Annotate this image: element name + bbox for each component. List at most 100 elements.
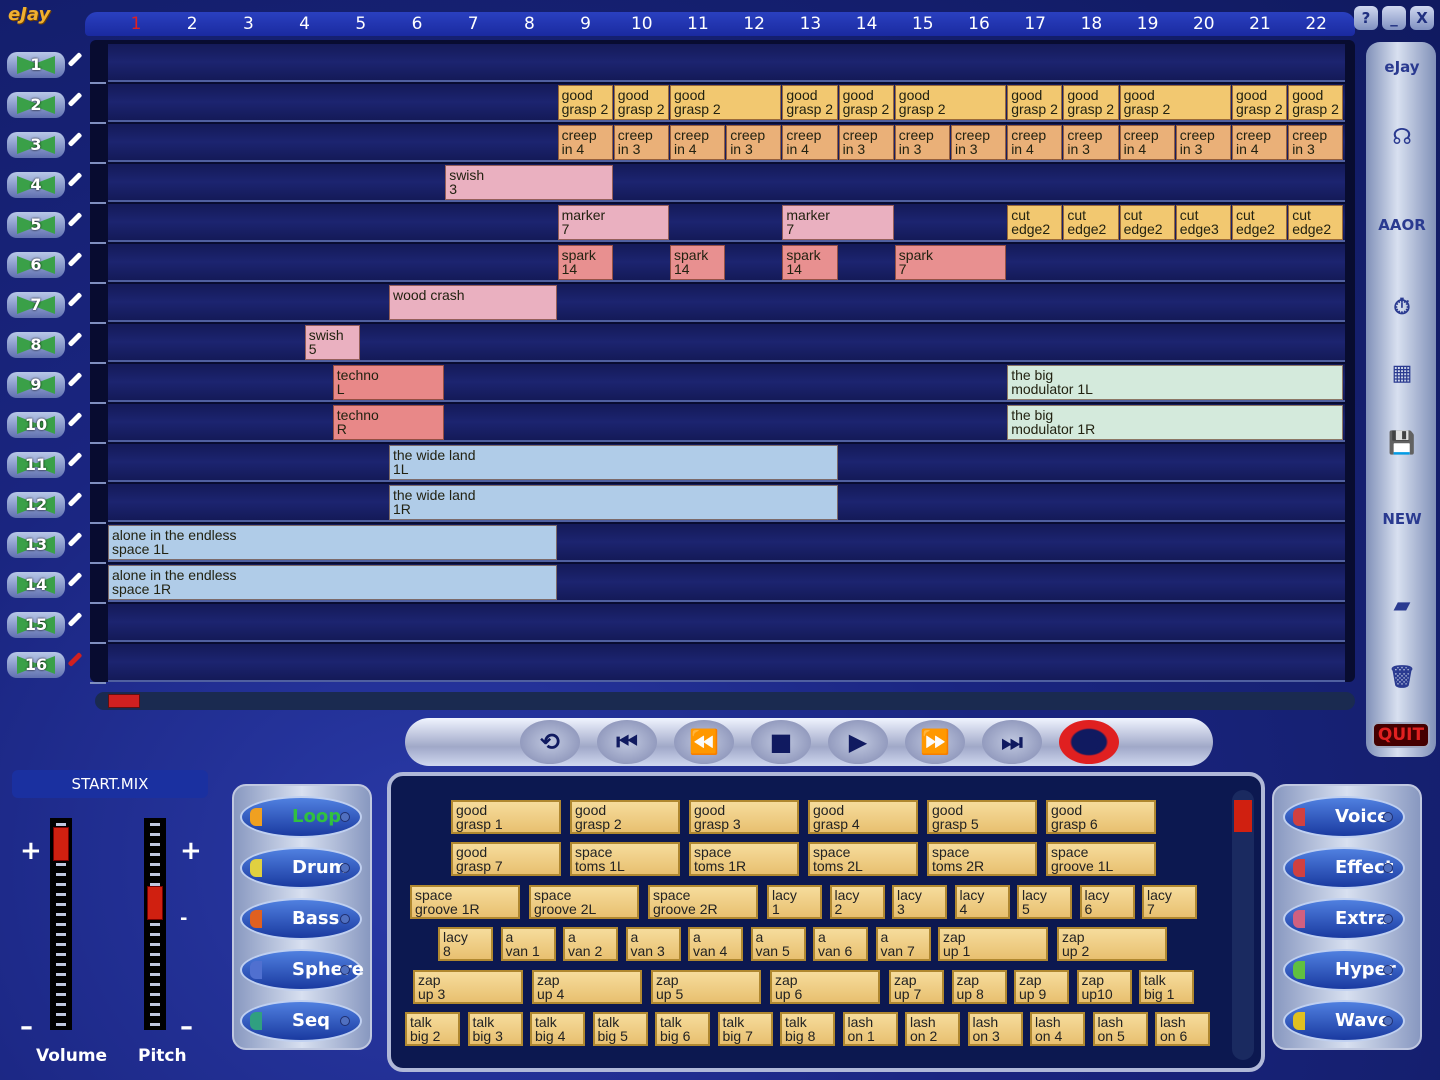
sample-item[interactable]: space groove 1L — [1046, 842, 1156, 877]
ruler-bar-number[interactable]: 18 — [1063, 14, 1119, 34]
sequencer-clip[interactable]: creep in 4 — [782, 125, 838, 160]
sample-item[interactable]: space toms 1L — [570, 842, 680, 877]
sample-item[interactable]: lacy 5 — [1017, 884, 1072, 919]
record-button[interactable]: ● — [1059, 720, 1119, 764]
sample-item[interactable]: space groove 2R — [648, 884, 758, 919]
sequencer-clip[interactable]: cut edge2 — [1119, 205, 1175, 240]
sequencer-clip[interactable]: creep in 3 — [1063, 125, 1119, 160]
sample-item[interactable]: zap up 8 — [951, 969, 1007, 1004]
ruler-bar-number[interactable]: 11 — [670, 14, 726, 34]
track-button[interactable]: 4 — [3, 170, 85, 200]
pencil-icon[interactable] — [67, 612, 83, 627]
track-lane[interactable] — [108, 604, 1345, 642]
sequencer-clip[interactable]: creep in 3 — [1288, 125, 1344, 160]
track-button[interactable]: 5 — [3, 210, 85, 240]
sequencer-clip[interactable]: alone in the endless space 1R — [108, 565, 557, 600]
sample-item[interactable]: a van 6 — [813, 927, 868, 962]
help-button[interactable]: ? — [1354, 6, 1378, 30]
ruler-bar-number[interactable]: 6 — [389, 14, 445, 34]
sequencer-clip[interactable]: creep in 4 — [1007, 125, 1063, 160]
sequencer-clip[interactable]: spark 14 — [557, 245, 613, 280]
track-button[interactable]: 6 — [3, 250, 85, 280]
track-button[interactable]: 15 — [3, 610, 85, 640]
pencil-icon[interactable] — [67, 92, 83, 107]
sample-item[interactable]: a van 3 — [625, 927, 681, 962]
sequencer-clip[interactable]: good grasp 2 — [838, 85, 894, 120]
pencil-icon[interactable] — [67, 372, 83, 387]
category-voice-button[interactable]: Voice — [1283, 796, 1405, 838]
sequencer-clip[interactable]: good grasp 2 — [613, 85, 669, 120]
horizontal-scrollbar[interactable] — [95, 692, 1355, 710]
rewind-button[interactable]: ⏪ — [674, 720, 734, 764]
ruler-bar-number[interactable]: 2 — [164, 14, 220, 34]
sample-item[interactable]: talk big 5 — [592, 1012, 648, 1046]
sample-item[interactable]: talk big 8 — [780, 1012, 835, 1046]
track-button[interactable]: 14 — [3, 570, 85, 600]
sequencer-clip[interactable]: alone in the endless space 1L — [108, 525, 557, 560]
sequencer-clip[interactable]: spark 7 — [894, 245, 1007, 280]
sample-item[interactable]: lash on 4 — [1030, 1012, 1085, 1046]
pencil-icon[interactable] — [67, 532, 83, 547]
sequencer-clip[interactable]: techno R — [332, 405, 445, 440]
track-lane[interactable] — [108, 284, 1345, 322]
sequencer-clip[interactable]: good grasp 2 — [1288, 85, 1344, 120]
ruler-bar-number[interactable]: 5 — [333, 14, 389, 34]
category-extra-button[interactable]: Extra — [1283, 898, 1405, 940]
sequencer-clip[interactable]: cut edge3 — [1175, 205, 1231, 240]
track-lane[interactable] — [108, 324, 1345, 362]
ruler-bar-number[interactable]: 14 — [839, 14, 895, 34]
ruler-bar-number[interactable]: 15 — [895, 14, 951, 34]
sequencer-clip[interactable]: creep in 3 — [1175, 125, 1231, 160]
sample-item[interactable]: lacy 3 — [892, 884, 947, 919]
ruler-bar-number[interactable]: 1 — [108, 14, 164, 34]
track-button[interactable]: 8 — [3, 330, 85, 360]
ruler-bar-number[interactable]: 12 — [726, 14, 782, 34]
sample-item[interactable]: talk big 6 — [655, 1012, 710, 1046]
pencil-icon[interactable] — [67, 652, 83, 667]
minimize-button[interactable]: _ — [1382, 6, 1406, 30]
sequencer-clip[interactable]: marker 7 — [782, 205, 894, 240]
sample-item[interactable]: talk big 4 — [530, 1012, 585, 1046]
eraser-icon[interactable]: ▰ — [1372, 580, 1432, 630]
track-lane[interactable] — [108, 44, 1345, 82]
sample-item[interactable]: lacy 7 — [1142, 884, 1197, 919]
pitch-slider[interactable] — [144, 818, 166, 1030]
sequencer-clip[interactable]: the big modulator 1L — [1007, 365, 1344, 400]
bar-ruler[interactable]: 1 2 3 4 5 6 7 8 9 10 11 12 13 14 15 16 17 18 19 20 21 22 — [85, 12, 1355, 36]
sample-item[interactable]: lash on 3 — [967, 1012, 1023, 1046]
sequencer-clip[interactable]: cut edge2 — [1063, 205, 1119, 240]
ruler-bar-number[interactable]: 22 — [1288, 14, 1344, 34]
sequencer-clip[interactable]: good grasp 2 — [782, 85, 838, 120]
sample-item[interactable]: zap up 1 — [938, 927, 1048, 962]
stopwatch-icon[interactable]: ⏱ — [1372, 282, 1432, 332]
horizontal-scroll-thumb[interactable] — [108, 694, 140, 708]
sample-item[interactable]: zap up 9 — [1014, 969, 1069, 1004]
sample-item[interactable]: good grasp 6 — [1046, 800, 1156, 834]
track-button[interactable]: 12 — [3, 490, 85, 520]
sequencer-clip[interactable]: creep in 4 — [1119, 125, 1175, 160]
ruler-bar-number[interactable]: 21 — [1232, 14, 1288, 34]
sample-item[interactable]: good grasp 7 — [451, 842, 561, 877]
ruler-bar-number[interactable]: 10 — [614, 14, 670, 34]
sample-item[interactable]: talk big 1 — [1139, 969, 1194, 1004]
ruler-bar-number[interactable]: 20 — [1176, 14, 1232, 34]
sequencer-clip[interactable]: creep in 4 — [1232, 125, 1288, 160]
sequencer-clip[interactable]: techno L — [332, 365, 445, 400]
pencil-icon[interactable] — [67, 332, 83, 347]
sequencer-clip[interactable]: good grasp 2 — [1119, 85, 1231, 120]
quit-button[interactable]: QUIT — [1372, 722, 1430, 748]
category-seq-button[interactable]: Seq — [240, 1000, 362, 1042]
sequencer-clip[interactable]: good grasp 2 — [894, 85, 1007, 120]
ruler-bar-number[interactable]: 9 — [558, 14, 614, 34]
sample-item[interactable]: lacy 6 — [1079, 884, 1135, 919]
pencil-icon[interactable] — [67, 212, 83, 227]
track-button[interactable]: 3 — [3, 130, 85, 160]
ruler-bar-number[interactable]: 13 — [782, 14, 838, 34]
sequencer-clip[interactable]: spark 14 — [782, 245, 838, 280]
track-button[interactable]: 16 — [3, 650, 85, 680]
sequencer-clip[interactable]: cut edge2 — [1232, 205, 1288, 240]
pencil-icon[interactable] — [67, 252, 83, 267]
sequencer-clip[interactable]: good grasp 2 — [670, 85, 782, 120]
sequencer-clip[interactable]: swish 5 — [304, 325, 360, 360]
sample-item[interactable]: talk big 2 — [405, 1012, 460, 1046]
